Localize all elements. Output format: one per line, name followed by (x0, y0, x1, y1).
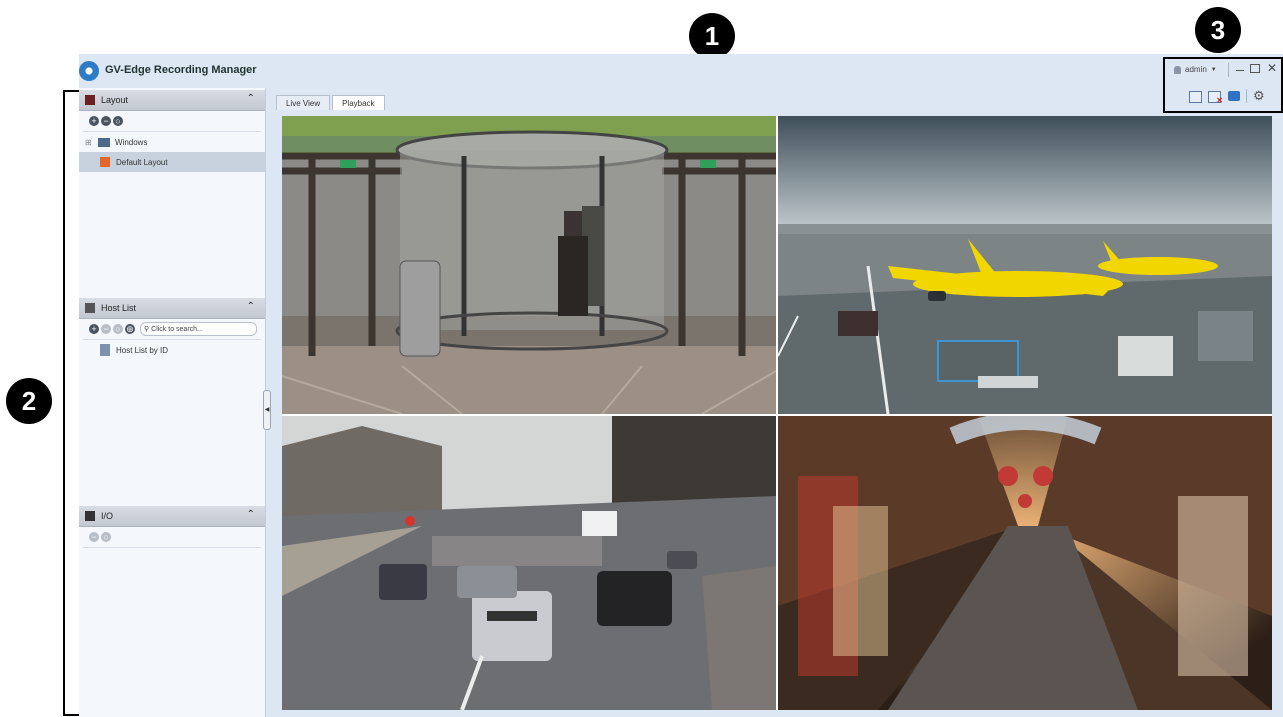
folder-icon (98, 137, 110, 147)
app-window: GV-Edge Recording Manager Layout ⌃ + − ○… (79, 54, 1283, 717)
remove-host-icon[interactable]: − (101, 324, 111, 334)
add-host-icon[interactable]: + (89, 324, 99, 334)
tab-playback[interactable]: Playback (332, 95, 385, 110)
io-settings-icon[interactable]: ○ (101, 532, 111, 542)
callout-3: 3 (1195, 7, 1241, 53)
camera-tile-4[interactable] (778, 416, 1272, 710)
callout-2-bracket-top (63, 90, 79, 92)
collapse-chevron-icon[interactable]: ⌃ (247, 301, 255, 312)
camera-4-image (778, 416, 1272, 710)
add-layout-icon[interactable]: + (89, 116, 99, 126)
host-list-toolbar: + − ○ ⊕ ⚲ Click to search... (83, 319, 261, 340)
search-icon: ⚲ (144, 326, 150, 333)
tab-live-view[interactable]: Live View (276, 95, 331, 110)
camera-tile-1[interactable] (282, 116, 776, 414)
camera-tile-2[interactable] (778, 116, 1272, 414)
sidebar: Layout ⌃ + − ○ ⊞ Windows Default Layout (79, 88, 266, 717)
camera-tile-3[interactable] (282, 416, 776, 710)
host-search-input[interactable]: ⚲ Click to search... (140, 322, 257, 336)
camera-3-image (282, 416, 776, 710)
camera-2-image (778, 116, 1272, 414)
host-list-icon (100, 344, 110, 356)
io-panel-icon (85, 511, 95, 521)
app-title: GV-Edge Recording Manager (105, 64, 257, 76)
layout-grid-icon (100, 157, 110, 167)
tree-item-host-list-by-id[interactable]: Host List by ID (79, 340, 265, 360)
layout-panel-title: Layout (101, 95, 129, 105)
io-remove-icon[interactable]: − (89, 532, 99, 542)
sidebar-collapse-handle[interactable]: ◀ (263, 390, 271, 430)
tree-item-label: Windows (115, 137, 148, 147)
tree-item-label: Default Layout (116, 157, 168, 167)
collapse-chevron-icon[interactable]: ⌃ (247, 93, 255, 104)
callout-2-bracket-bottom (63, 714, 79, 716)
title-bar: GV-Edge Recording Manager (79, 54, 1283, 88)
host-list-panel-header[interactable]: Host List ⌃ (79, 298, 265, 319)
layout-panel-header[interactable]: Layout ⌃ (79, 90, 265, 111)
view-tabs: Live View Playback (276, 95, 387, 111)
callout-3-box (1163, 57, 1283, 113)
callout-2-bracket-vertical (63, 90, 65, 716)
io-panel: I/O ⌃ − ○ (79, 506, 265, 548)
io-panel-header[interactable]: I/O ⌃ (79, 506, 265, 527)
host-search-placeholder: Click to search... (151, 325, 203, 333)
app-logo-icon (79, 61, 99, 81)
connect-host-icon[interactable]: ⊕ (125, 324, 135, 334)
tree-item-label: Host List by ID (116, 345, 169, 355)
layout-panel: Layout ⌃ + − ○ ⊞ Windows Default Layout (79, 90, 265, 172)
callout-2: 2 (6, 378, 52, 424)
remove-layout-icon[interactable]: − (101, 116, 111, 126)
tree-item-windows[interactable]: ⊞ Windows (79, 132, 265, 152)
host-list-panel-title: Host List (101, 303, 137, 313)
expand-plus-icon[interactable]: ⊞ (85, 138, 95, 147)
layout-panel-icon (85, 95, 95, 105)
host-list-panel-icon (85, 303, 95, 313)
layout-toolbar: + − ○ (83, 111, 261, 132)
settings-layout-icon[interactable]: ○ (113, 116, 123, 126)
io-toolbar: − ○ (83, 527, 261, 548)
edit-host-icon[interactable]: ○ (113, 324, 123, 334)
host-list-panel: Host List ⌃ + − ○ ⊕ ⚲ Click to search...… (79, 298, 265, 360)
io-panel-title: I/O (101, 511, 114, 521)
camera-1-image (282, 116, 776, 414)
collapse-chevron-icon[interactable]: ⌃ (247, 509, 255, 520)
camera-view-area (282, 116, 1272, 710)
tree-item-default-layout[interactable]: Default Layout (79, 152, 265, 172)
callout-1: 1 (689, 13, 735, 59)
